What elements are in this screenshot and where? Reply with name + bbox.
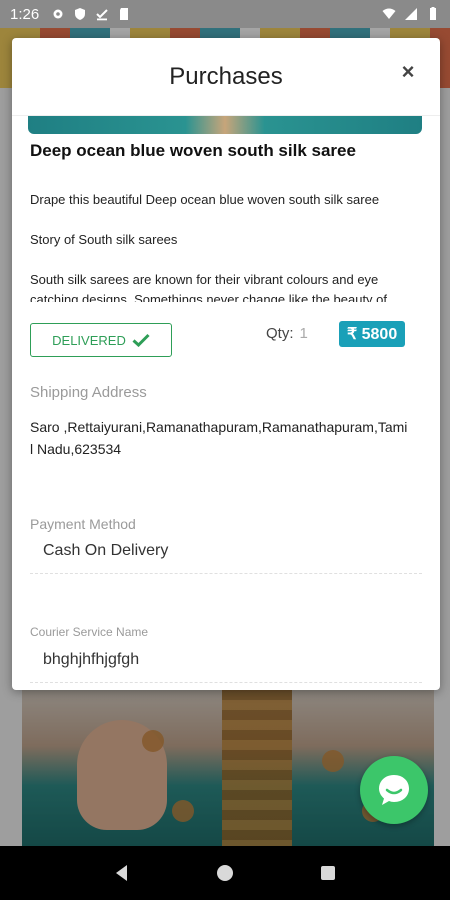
shield-icon — [75, 8, 86, 20]
cell-signal-icon — [405, 8, 417, 20]
close-button[interactable]: × — [394, 58, 422, 86]
description-paragraph: Story of South silk sarees — [30, 232, 178, 247]
price-badge: ₹ 5800 — [339, 321, 406, 347]
quantity: Qty: 1 — [266, 325, 308, 342]
courier-service-label: Courier Service Name — [30, 625, 149, 639]
status-bar: 1:26 — [0, 0, 450, 28]
status-label: DELIVERED — [52, 332, 126, 348]
courier-service-value: bhghjhfhjgfgh — [43, 651, 140, 668]
modal-title: Purchases — [169, 62, 283, 90]
chat-button[interactable] — [360, 756, 428, 824]
status-time: 1:26 — [10, 5, 40, 23]
settings-icon — [53, 9, 63, 19]
divider — [30, 573, 422, 574]
purchases-modal: Purchases × Deep ocean blue woven south … — [12, 38, 440, 690]
divider — [30, 682, 422, 683]
delivered-status-badge: DELIVERED — [30, 323, 172, 357]
sd-card-icon — [120, 8, 129, 20]
shipping-address-value: Saro ,Rettaiyurani,Ramanathapuram,Ramana… — [30, 419, 408, 457]
system-nav-bar — [0, 846, 450, 900]
check-icon — [132, 333, 150, 347]
description-paragraph: Drape this beautiful Deep ocean blue wov… — [30, 192, 380, 207]
back-icon[interactable] — [112, 863, 132, 883]
product-description[interactable]: Drape this beautiful Deep ocean blue wov… — [30, 190, 422, 302]
payment-method-value: Cash On Delivery — [43, 542, 169, 559]
home-icon[interactable] — [215, 863, 235, 883]
chat-bubble-icon — [379, 775, 409, 805]
description-paragraph: South silk sarees are known for their vi… — [30, 272, 388, 302]
modal-header: Purchases × — [12, 38, 440, 116]
product-image — [28, 116, 422, 134]
quantity-label: Qty: — [266, 325, 294, 342]
recents-icon[interactable] — [318, 863, 338, 883]
download-done-icon — [96, 9, 108, 21]
wifi-icon — [382, 8, 396, 19]
battery-icon — [430, 7, 436, 20]
shipping-address-label: Shipping Address — [30, 384, 147, 401]
product-title: Deep ocean blue woven south silk saree — [30, 141, 356, 160]
payment-method-label: Payment Method — [30, 516, 136, 532]
quantity-value: 1 — [299, 325, 308, 342]
